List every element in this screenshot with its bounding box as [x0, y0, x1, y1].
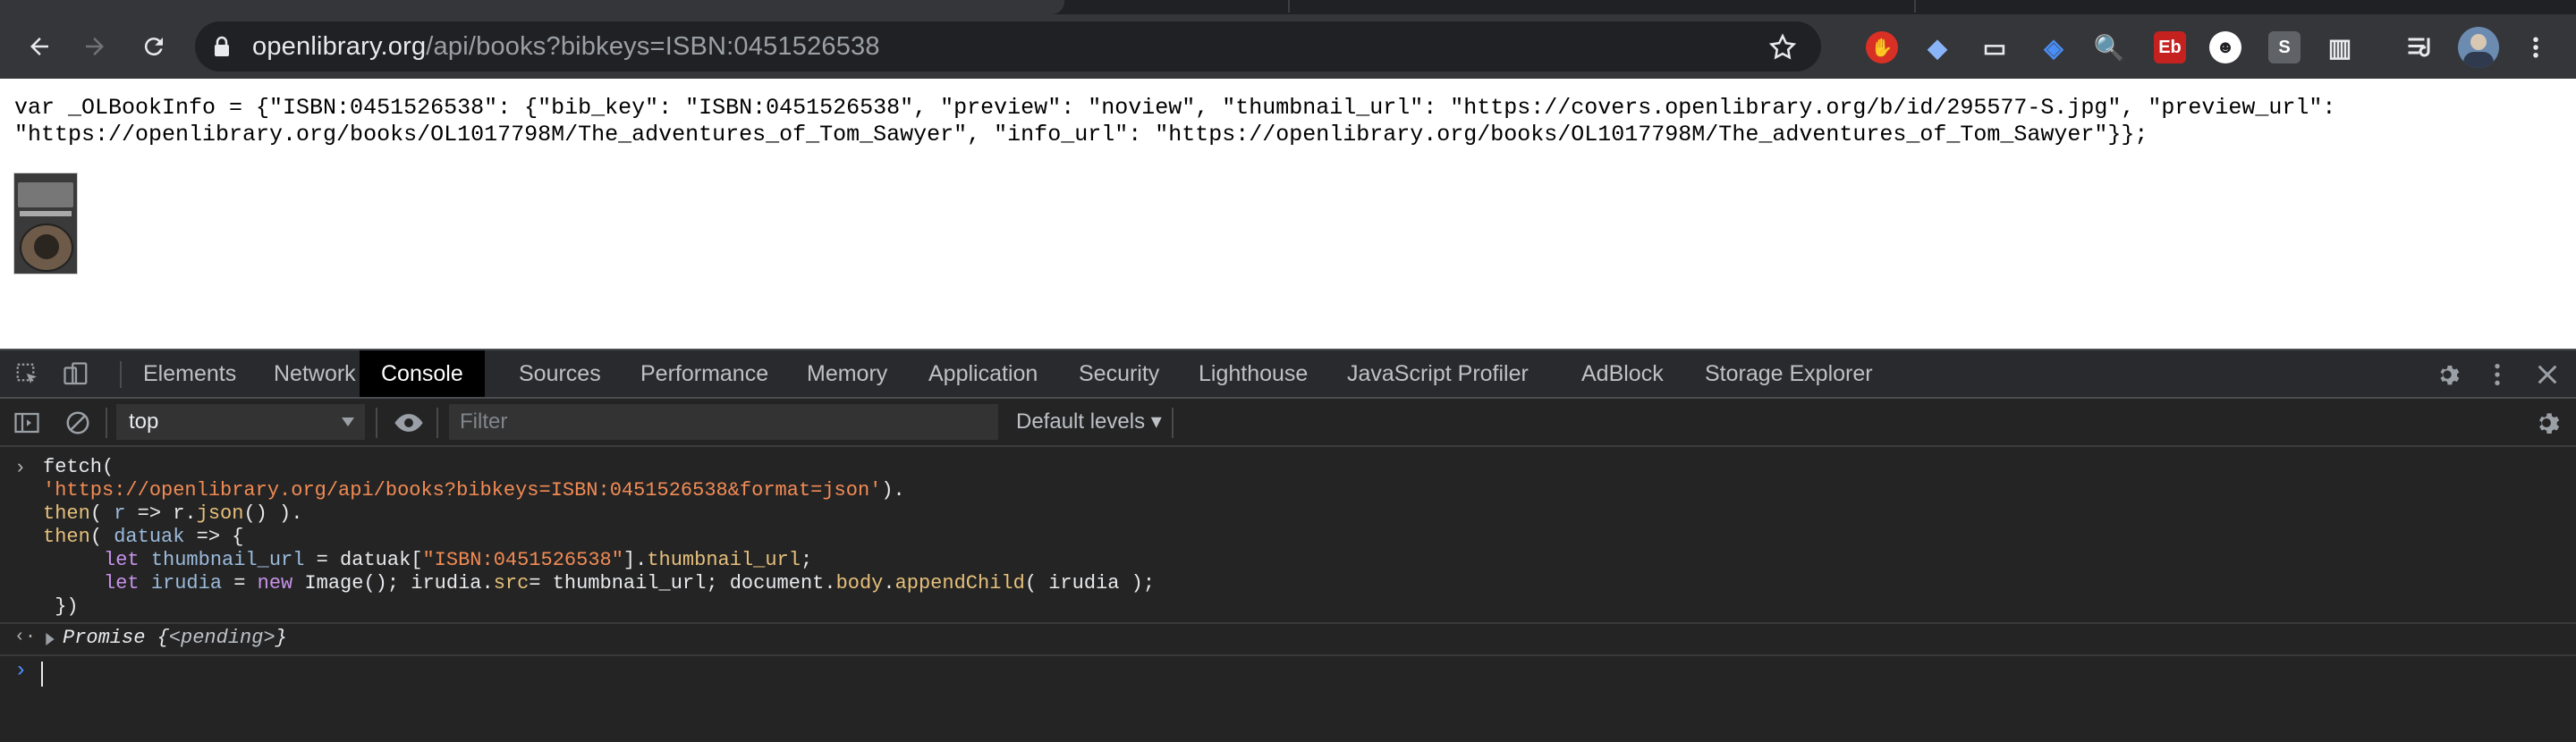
code-line-2: 'https://openlibrary.org/api/books?bibke…: [43, 479, 905, 502]
tab-strip: [0, 0, 2576, 14]
raw-line-1: var _OLBookInfo = {"ISBN:0451526538": {"…: [14, 95, 2336, 121]
diamond-icon[interactable]: ◆: [1921, 31, 1953, 63]
tab-storage-explorer[interactable]: Storage Explorer: [1705, 350, 1873, 397]
tab-elements[interactable]: Elements: [143, 350, 236, 397]
book-cover-thumbnail: [13, 173, 78, 274]
context-value: top: [129, 409, 159, 434]
code-line-6: let irudia = new Image(); irudia.src= th…: [104, 572, 1156, 594]
url-text[interactable]: openlibrary.org/api/books?bibkeys=ISBN:0…: [252, 32, 880, 62]
tab-bar-divider: [120, 361, 122, 388]
back-arrow-icon: [30, 38, 48, 55]
forward-arrow-icon: [86, 38, 104, 55]
address-bar[interactable]: openlibrary.org/api/books?bibkeys=ISBN:0…: [195, 21, 1821, 72]
tab-performance[interactable]: Performance: [640, 350, 768, 397]
live-expression-eye-icon[interactable]: [394, 411, 424, 434]
close-devtools-icon[interactable]: [2533, 360, 2562, 389]
inspect-element-icon[interactable]: [14, 361, 41, 388]
context-selector[interactable]: top: [116, 404, 365, 440]
console-input-caret[interactable]: [41, 662, 43, 687]
filter-input[interactable]: Filter: [449, 404, 998, 440]
tab-javascript-profiler[interactable]: JavaScript Profiler: [1347, 350, 1529, 397]
reload-icon: [144, 38, 163, 56]
url-domain: openlibrary.org: [252, 31, 427, 61]
lock-icon[interactable]: [213, 34, 234, 59]
input-chevron-icon: ›: [14, 457, 27, 479]
tab-memory[interactable]: Memory: [807, 350, 887, 397]
show-sidebar-icon[interactable]: [13, 409, 41, 436]
code-line-1: fetch(: [43, 456, 114, 478]
toolbar-divider: [1172, 408, 1174, 438]
devtools-more-icon[interactable]: [2483, 360, 2512, 389]
tab-sources[interactable]: Sources: [519, 350, 601, 397]
active-tab[interactable]: [0, 0, 1064, 14]
cube-icon[interactable]: ◈: [2038, 31, 2070, 63]
ghost-icon[interactable]: ☻: [2209, 31, 2241, 63]
raw-json-response: var _OLBookInfo = {"ISBN:0451526538": {"…: [14, 95, 2555, 148]
tab-application[interactable]: Application: [928, 350, 1038, 397]
device-toolbar-icon[interactable]: [63, 361, 89, 388]
film-icon[interactable]: ▥: [2324, 31, 2356, 63]
page-content: var _OLBookInfo = {"ISBN:0451526538": {"…: [0, 79, 2576, 349]
devtools-tab-bar: Elements Network Console Sources Performance…: [0, 350, 2576, 399]
code-line-4: then( datuak => {: [43, 526, 244, 548]
settings-gear-icon[interactable]: [2433, 360, 2462, 389]
toolbar-divider: [376, 408, 377, 438]
tab-network[interactable]: Network: [274, 350, 356, 397]
magnifier-icon[interactable]: 🔍: [2093, 31, 2125, 63]
forward-button[interactable]: [75, 27, 114, 66]
devtools-panel: Elements Network Console Sources Performance…: [0, 349, 2576, 742]
console-toolbar: top Filter Default levels ▾: [0, 399, 2576, 447]
browser-window: openlibrary.org/api/books?bibkeys=ISBN:0…: [0, 0, 2576, 742]
reading-list-icon[interactable]: [2404, 31, 2436, 63]
bookmark-star-icon[interactable]: [1767, 32, 1798, 63]
dropdown-arrow-icon: [342, 417, 354, 426]
eb-icon[interactable]: Eb: [2154, 31, 2186, 63]
message-separator: [0, 622, 2576, 624]
raw-line-2: "https://openlibrary.org/books/OL1017798…: [14, 122, 2148, 148]
tab-lighthouse[interactable]: Lighthouse: [1199, 350, 1308, 397]
document-icon[interactable]: ▭: [1979, 31, 2011, 63]
code-line-5: let thumbnail_url = datuak["ISBN:0451526…: [104, 549, 813, 571]
reload-button[interactable]: [134, 27, 174, 66]
code-line-3: then( r => r.json() ).: [43, 502, 303, 525]
clear-console-icon[interactable]: [64, 409, 91, 436]
console-output[interactable]: › fetch( 'https://openlibrary.org/api/bo…: [0, 449, 2576, 742]
toolbar-divider: [436, 408, 438, 438]
filter-placeholder: Filter: [460, 409, 508, 434]
prompt-chevron-icon: ›: [14, 659, 28, 683]
log-levels-dropdown[interactable]: Default levels ▾: [1016, 404, 1162, 440]
result-arrow-icon: ‹·: [14, 627, 37, 647]
s-icon[interactable]: S: [2268, 31, 2301, 63]
expand-triangle-icon[interactable]: [45, 633, 55, 645]
profile-avatar[interactable]: [2458, 27, 2499, 68]
tab-separator: [1914, 0, 1916, 13]
message-separator: [0, 654, 2576, 656]
tab-adblock[interactable]: AdBlock: [1581, 350, 1664, 397]
url-path: /api/books?bibkeys=ISBN:0451526538: [426, 31, 880, 61]
promise-result[interactable]: Promise {<pending>}: [63, 627, 287, 650]
console-settings-gear-icon[interactable]: [2531, 408, 2562, 438]
tab-console[interactable]: Console: [360, 350, 485, 397]
adblock-icon[interactable]: ✋: [1866, 31, 1898, 63]
back-button[interactable]: [20, 27, 59, 66]
tab-separator: [1288, 0, 1290, 13]
code-line-7: }): [43, 595, 79, 618]
browser-toolbar: openlibrary.org/api/books?bibkeys=ISBN:0…: [0, 14, 2576, 79]
log-levels-label: Default levels ▾: [1016, 409, 1162, 434]
toolbar-divider: [106, 408, 107, 438]
browser-menu-icon[interactable]: [2522, 32, 2549, 63]
tab-security[interactable]: Security: [1079, 350, 1159, 397]
